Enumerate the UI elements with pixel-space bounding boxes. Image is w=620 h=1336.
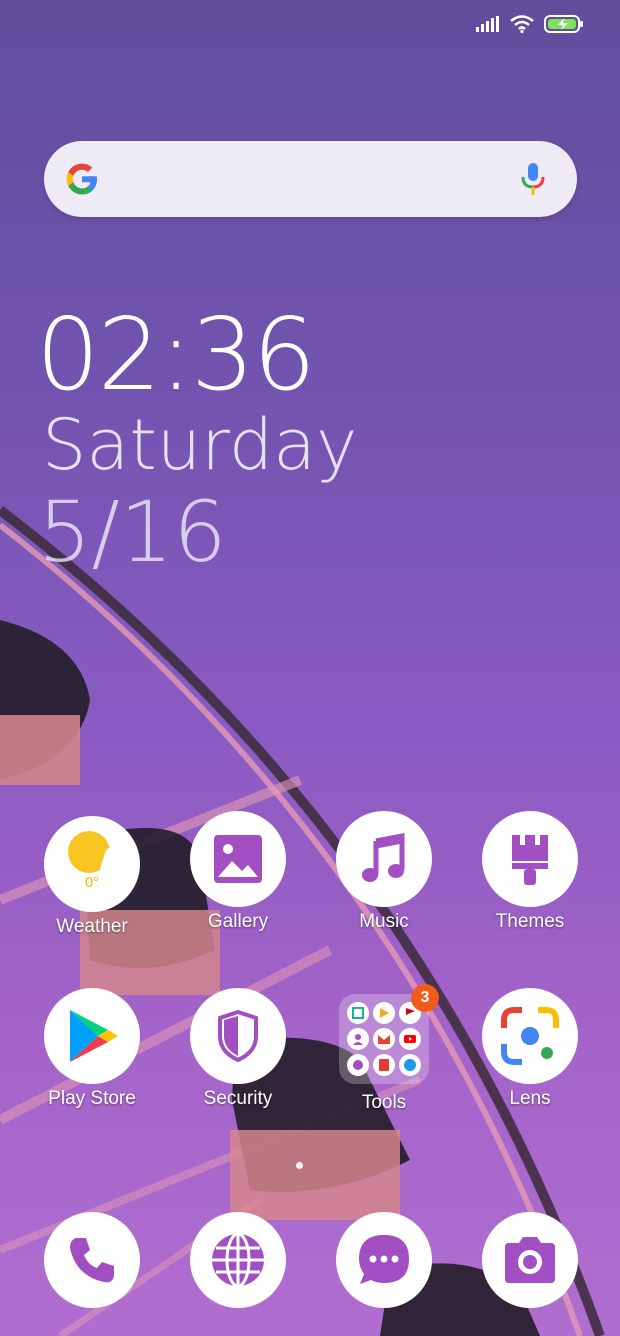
page-indicator xyxy=(296,1162,303,1169)
microphone-icon[interactable] xyxy=(521,163,545,197)
clock-day: Saturday xyxy=(42,404,358,486)
phone-icon xyxy=(44,1212,140,1308)
page-dot-active xyxy=(296,1162,303,1169)
contacts-icon xyxy=(347,1028,369,1050)
lens-icon xyxy=(482,988,578,1084)
app-lens[interactable]: Lens xyxy=(460,988,600,1110)
app-security[interactable]: Security xyxy=(168,988,308,1110)
clock-time[interactable]: 02:36 xyxy=(36,305,316,405)
app-themes[interactable]: Themes xyxy=(460,811,600,933)
google-g-icon xyxy=(66,163,97,195)
scanner-icon xyxy=(347,1002,369,1024)
app-gallery[interactable]: Gallery xyxy=(168,811,308,933)
shield-icon xyxy=(190,988,286,1084)
google-search-bar[interactable] xyxy=(44,141,577,217)
gmail-icon xyxy=(373,1028,395,1050)
messages-icon xyxy=(336,1212,432,1308)
music-note-icon xyxy=(336,811,432,907)
status-bar xyxy=(476,14,584,34)
paintbrush-icon xyxy=(482,811,578,907)
play-store-icon xyxy=(44,988,140,1084)
camera-icon xyxy=(482,1212,578,1308)
app-label: Tools xyxy=(361,1092,407,1113)
app-label: Themes xyxy=(495,911,565,932)
wifi-icon xyxy=(510,15,534,33)
signal-icon xyxy=(476,16,499,32)
app-label: Gallery xyxy=(207,911,269,932)
weather-icon: 0° xyxy=(44,816,140,912)
youtube-icon xyxy=(399,1028,421,1050)
app-play-store[interactable]: Play Store xyxy=(22,988,162,1110)
app-label: Weather xyxy=(56,916,128,937)
gallery-icon xyxy=(190,811,286,907)
folder-icon: 3 xyxy=(339,984,439,1084)
dock-phone[interactable] xyxy=(22,1212,162,1308)
app-label: Lens xyxy=(509,1088,551,1109)
app-weather[interactable]: 0° Weather xyxy=(22,816,162,938)
weather-temperature: 0° xyxy=(84,874,100,891)
notification-badge: 3 xyxy=(411,984,439,1012)
dock-browser[interactable] xyxy=(168,1212,308,1308)
notes-icon xyxy=(373,1054,395,1076)
folder-tools[interactable]: 3 Tools xyxy=(314,984,454,1114)
clock-date: 5/16 xyxy=(38,483,227,581)
browser-icon xyxy=(190,1212,286,1308)
recorder-icon xyxy=(347,1054,369,1076)
app-music[interactable]: Music xyxy=(314,811,454,933)
app-label: Play Store xyxy=(48,1088,136,1109)
app-label: Music xyxy=(359,911,409,932)
app-label: Security xyxy=(203,1088,273,1109)
battery-charging-icon xyxy=(544,15,583,33)
play-games-icon xyxy=(373,1002,395,1024)
dock-camera[interactable] xyxy=(460,1212,600,1308)
dock-messages[interactable] xyxy=(314,1212,454,1308)
duo-icon xyxy=(399,1054,421,1076)
